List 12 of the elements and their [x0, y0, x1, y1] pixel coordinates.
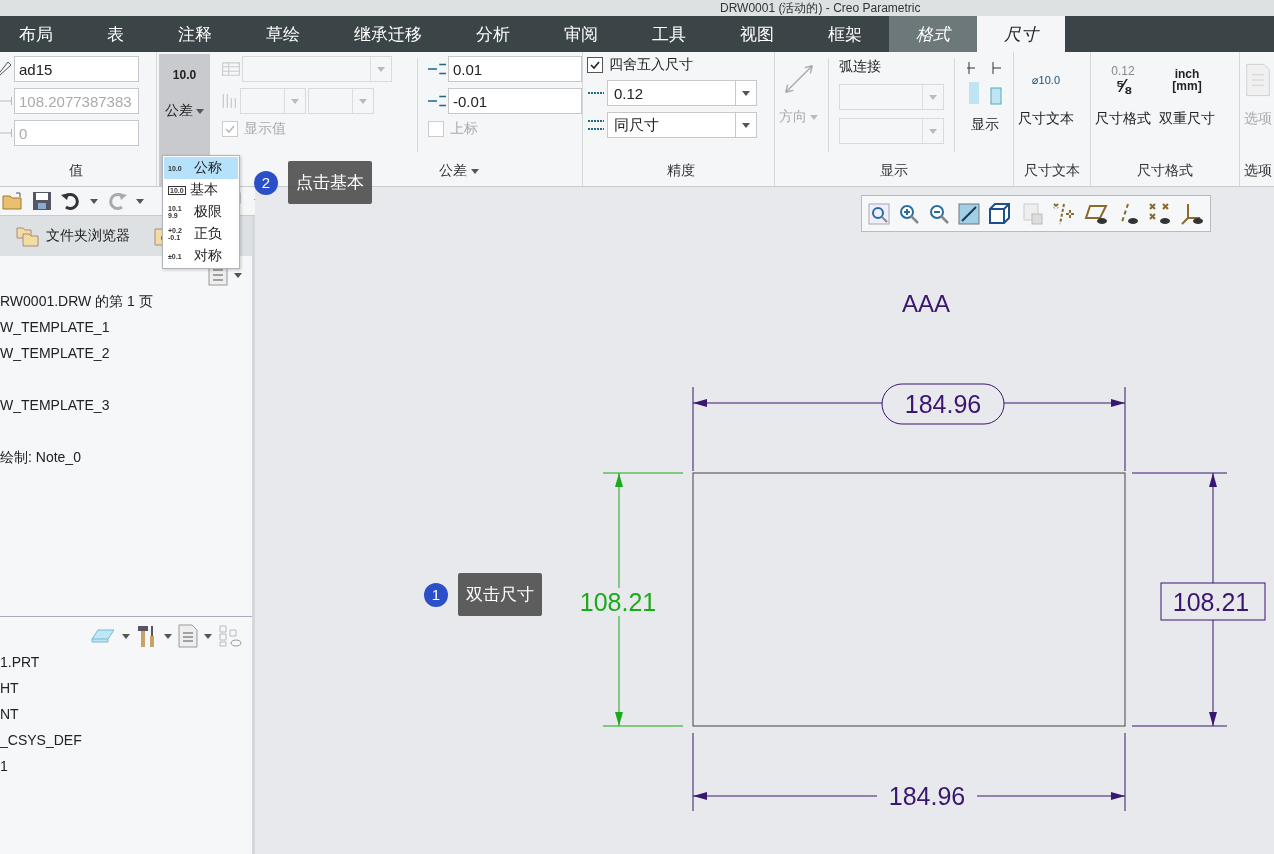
group-label: 尺寸格式: [1137, 162, 1193, 180]
instruction-tooltip: 点击基本: [288, 161, 372, 204]
drawing-title: AAA: [902, 290, 950, 317]
instruction-tooltip: 双击尺寸: [458, 573, 542, 616]
group-label: 值: [69, 162, 83, 180]
arc-join-label: 弧连接: [839, 58, 882, 76]
window-title: DRW0001 (活动的) - Creo Parametric: [720, 1, 921, 15]
group-label: 显示: [880, 162, 908, 180]
group-label: 公差: [439, 162, 467, 180]
group-label: 尺寸文本: [1024, 162, 1080, 180]
group-label: 选项: [1244, 162, 1272, 180]
group-label: 精度: [666, 162, 695, 180]
